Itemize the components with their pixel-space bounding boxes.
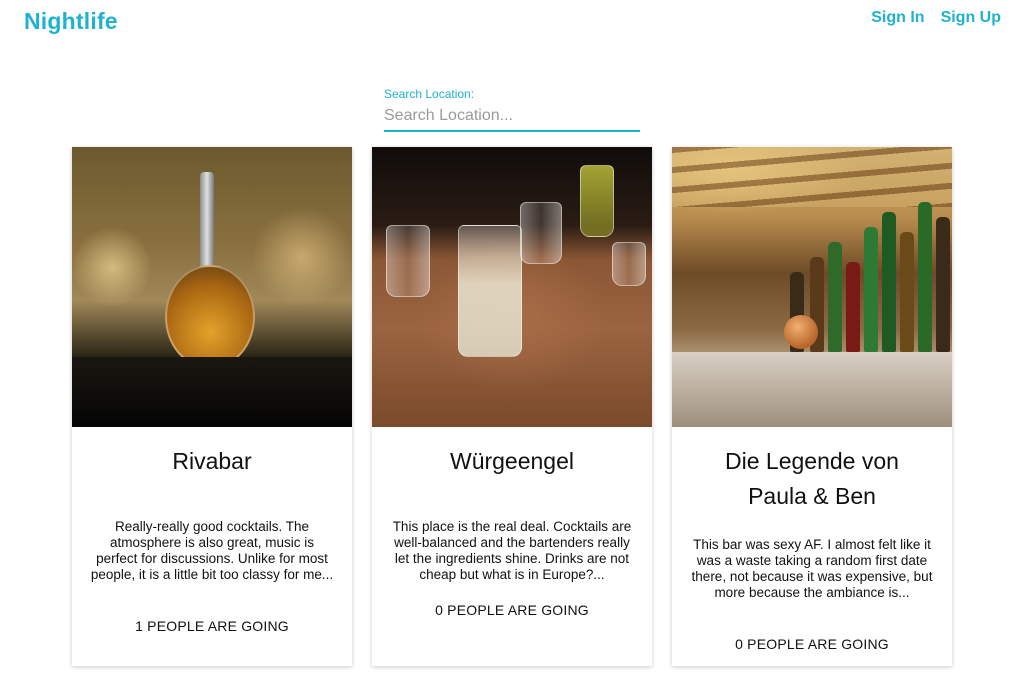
going-count: 0 PEOPLE ARE GOING <box>435 602 589 618</box>
going-count: 0 PEOPLE ARE GOING <box>735 636 889 652</box>
bar-description: This place is the real deal. Cocktails a… <box>392 519 632 582</box>
going-count: 1 PEOPLE ARE GOING <box>135 618 289 634</box>
top-nav: Sign In Sign Up <box>871 9 1001 27</box>
sign-in-link[interactable]: Sign In <box>871 9 924 27</box>
bar-card-die-legende[interactable]: Die Legende von Paula & Ben This bar was… <box>672 147 952 666</box>
logo-link[interactable]: Nightlife <box>24 8 118 35</box>
bar-description: Really-really good cocktails. The atmosp… <box>90 519 334 582</box>
glasses-on-table-photo <box>372 147 652 427</box>
bar-card-rivabar[interactable]: Rivabar Really-really good cocktails. Th… <box>72 147 352 666</box>
bar-description: This bar was sexy AF. I almost felt like… <box>691 537 933 600</box>
bar-shelf-photo <box>672 147 952 427</box>
search-location-field: Search Location: <box>384 87 640 132</box>
sign-up-link[interactable]: Sign Up <box>941 9 1001 27</box>
bar-card-wurgeengel[interactable]: Würgeengel This place is the real deal. … <box>372 147 652 666</box>
search-location-label: Search Location: <box>384 87 475 101</box>
bar-name: Die Legende von Paula & Ben <box>725 448 899 509</box>
bar-name: Rivabar <box>172 448 252 474</box>
search-location-input[interactable] <box>384 107 640 132</box>
bar-name: Würgeengel <box>449 448 575 474</box>
cocktail-decanter-photo <box>72 147 352 427</box>
